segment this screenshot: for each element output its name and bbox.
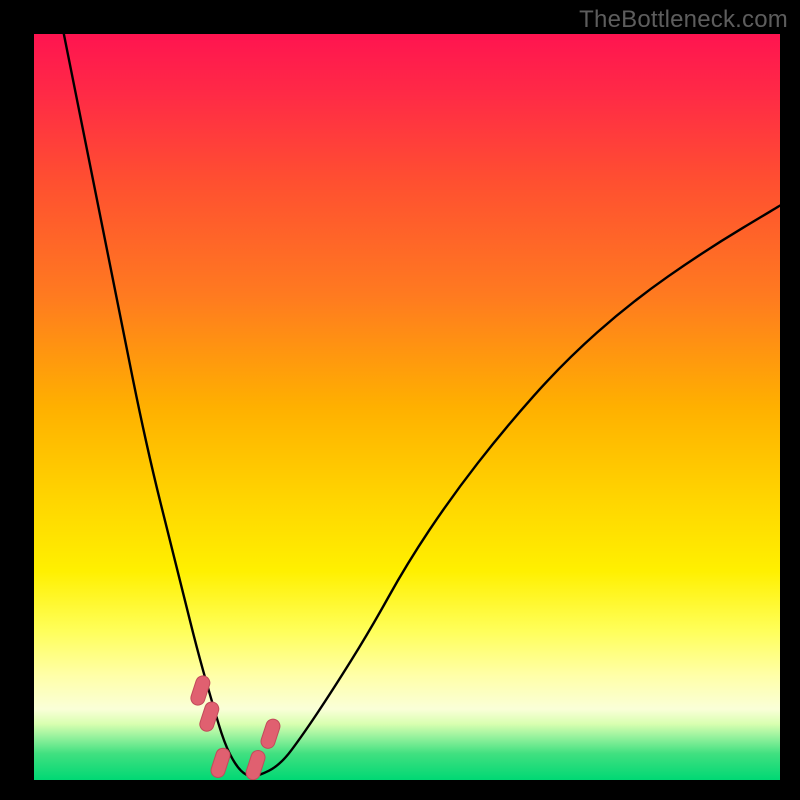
curve-layer (34, 34, 780, 780)
curve-marker (259, 717, 282, 750)
watermark-text: TheBottleneck.com (579, 6, 788, 34)
curve-marker (209, 746, 232, 779)
bottleneck-curve (64, 34, 780, 776)
plot-area (34, 34, 780, 780)
chart-frame: TheBottleneck.com (0, 0, 800, 800)
curve-marker (244, 749, 267, 780)
